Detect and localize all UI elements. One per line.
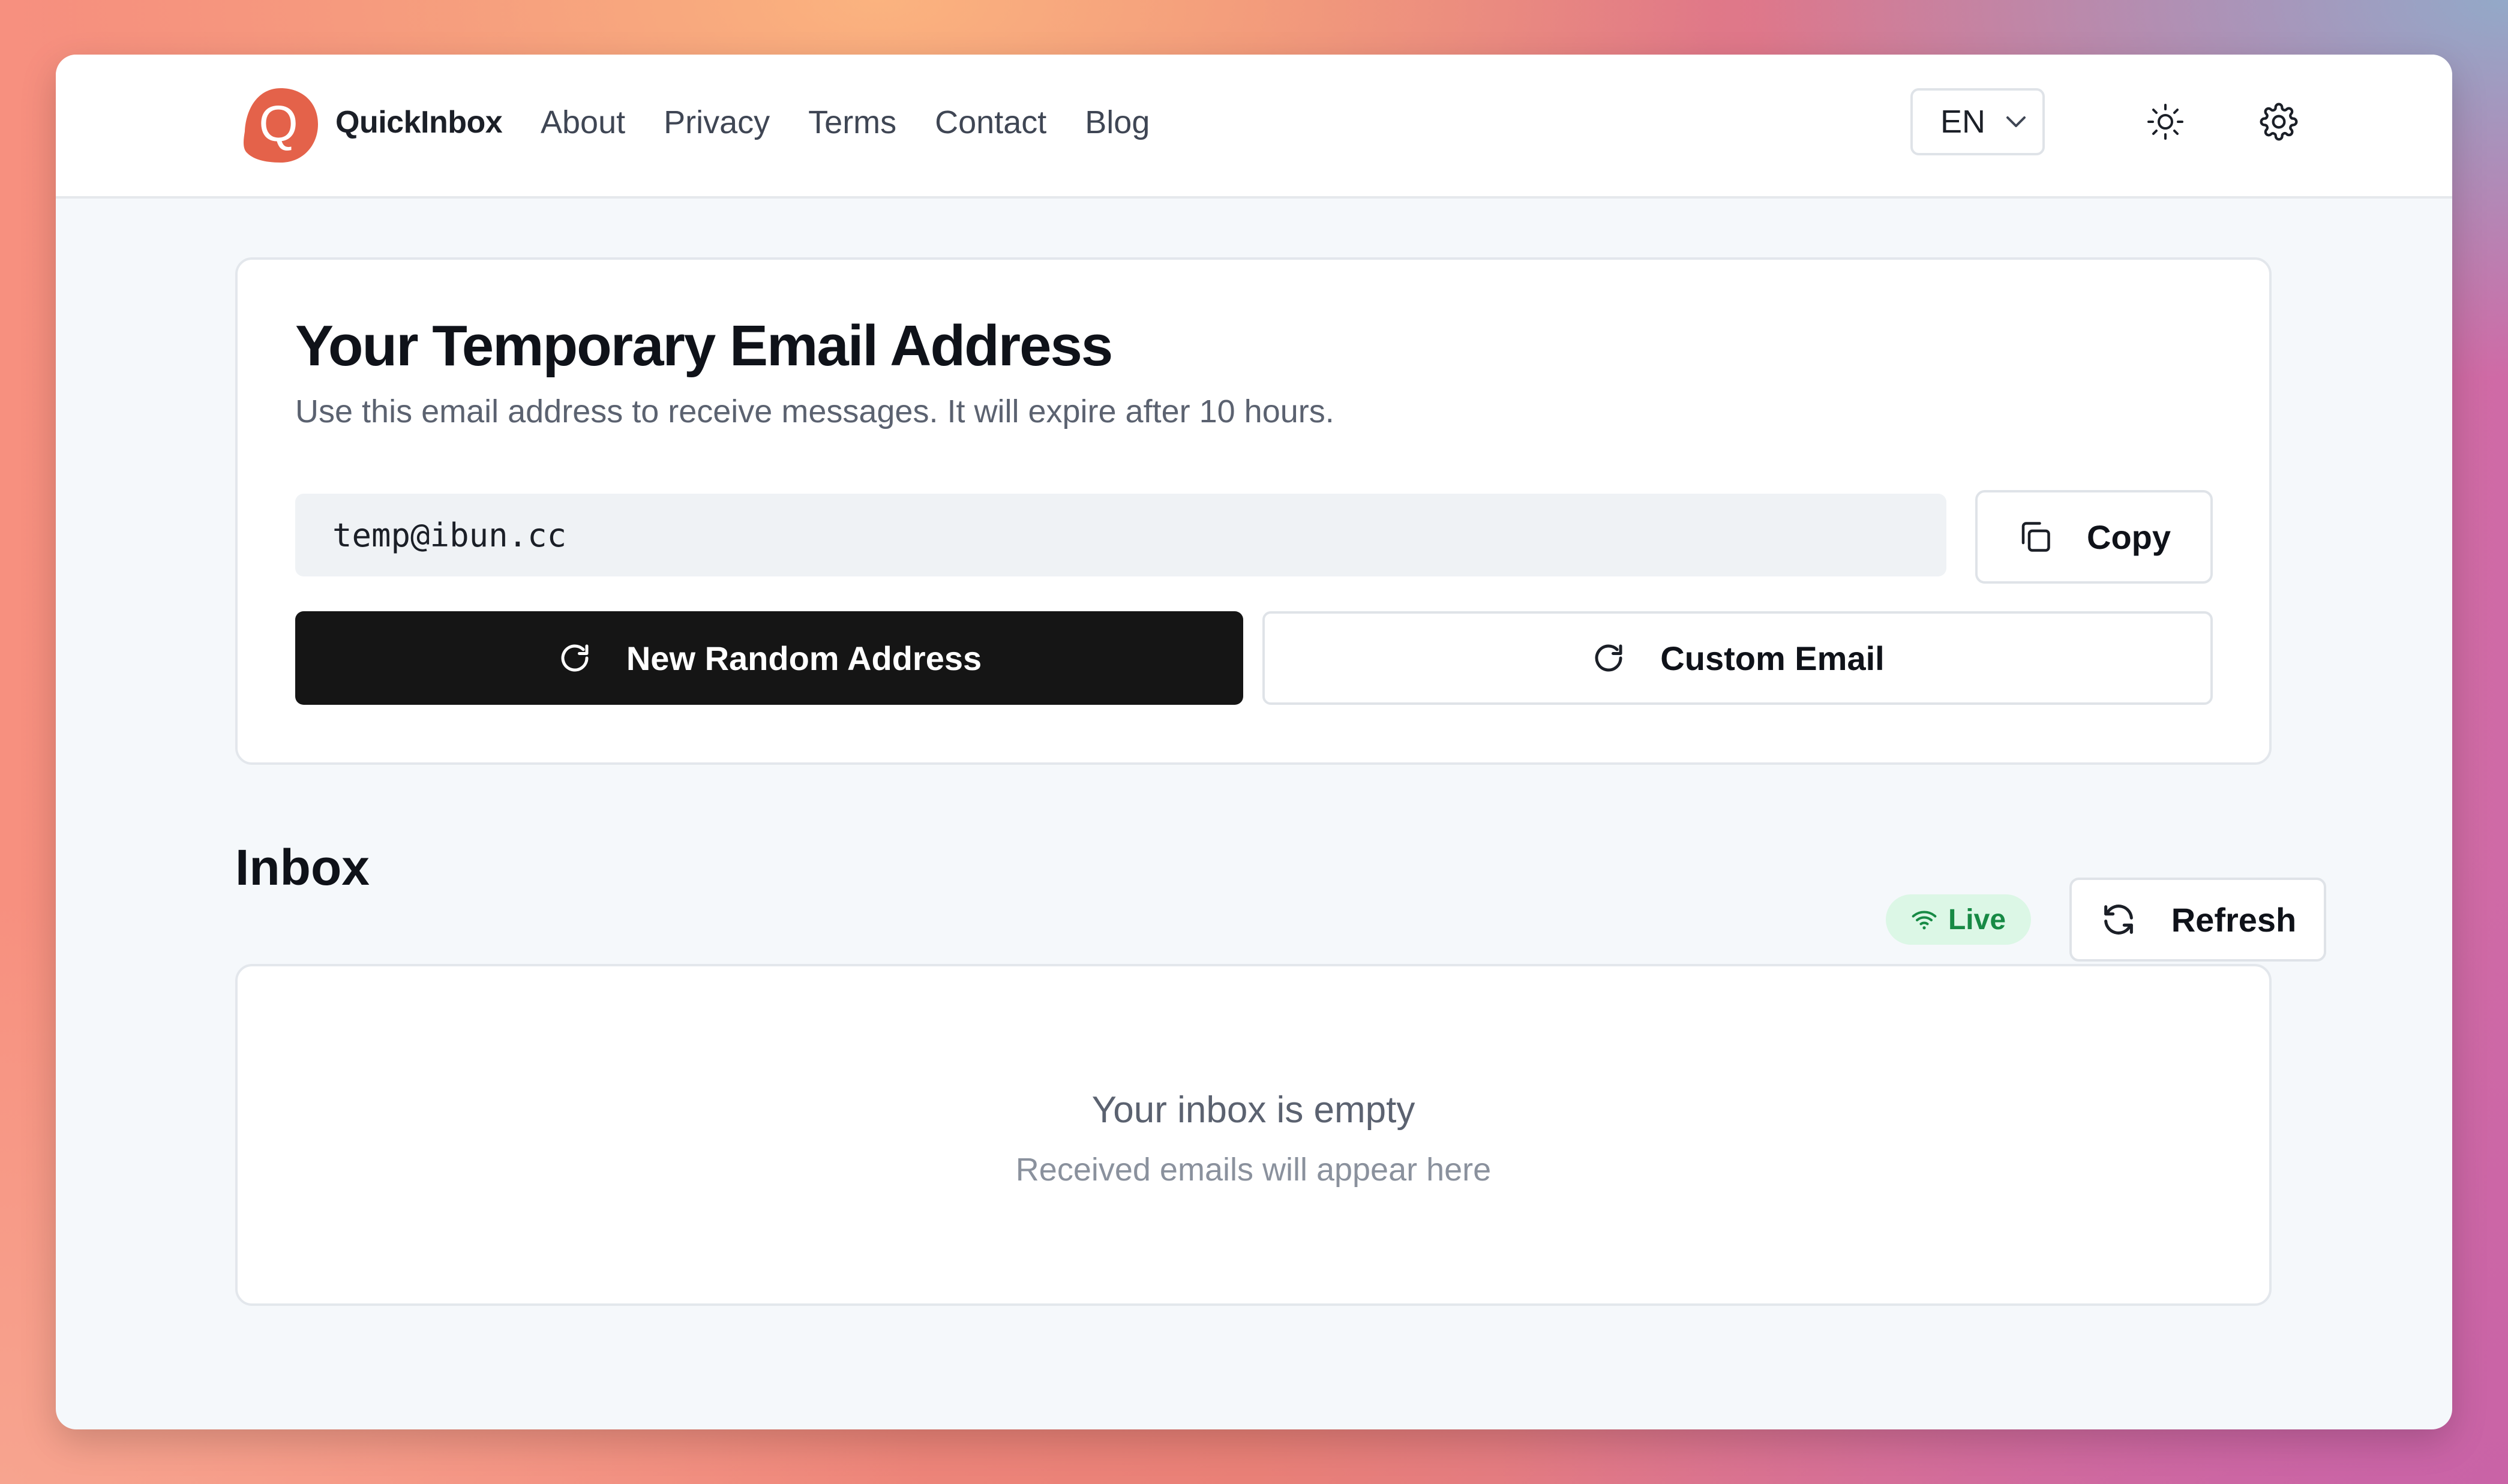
custom-email-button[interactable]: Custom Email — [1262, 611, 2213, 705]
email-address-value: temp@ibun.cc — [332, 516, 567, 554]
nav-privacy[interactable]: Privacy — [664, 101, 770, 143]
sun-icon — [2147, 104, 2183, 140]
svg-text:Q: Q — [259, 95, 298, 152]
language-select[interactable]: EN — [1910, 88, 2045, 155]
copy-icon — [2021, 522, 2050, 552]
nav-about[interactable]: About — [541, 101, 625, 143]
top-navbar: Q QuickInbox About Privacy Terms Contact… — [56, 55, 2452, 199]
nav-terms[interactable]: Terms — [808, 101, 896, 143]
live-status-badge: Live — [1886, 894, 2031, 945]
email-address-field[interactable]: temp@ibun.cc — [295, 494, 1946, 576]
page-subtitle: Use this email address to receive messag… — [295, 393, 1334, 429]
theme-toggle-button[interactable] — [2141, 98, 2189, 146]
empty-inbox-subtitle: Received emails will appear here — [1015, 1152, 1492, 1188]
rotate-cw-icon — [561, 644, 589, 672]
new-random-address-label: New Random Address — [626, 639, 982, 677]
main-nav: About Privacy Terms Contact Blog — [541, 101, 1188, 143]
language-value: EN — [1940, 104, 1986, 140]
nav-contact[interactable]: Contact — [935, 101, 1046, 143]
rotate-cw-icon — [1595, 644, 1622, 672]
temp-address-card: Your Temporary Email Address Use this em… — [235, 257, 2272, 765]
new-random-address-button[interactable]: New Random Address — [295, 611, 1243, 705]
refresh-button[interactable]: Refresh — [2069, 878, 2326, 962]
chevron-down-icon — [2006, 116, 2026, 127]
brand-name[interactable]: QuickInbox — [335, 101, 503, 143]
app-window: Q QuickInbox About Privacy Terms Contact… — [56, 55, 2452, 1429]
empty-inbox-title: Your inbox is empty — [1091, 1089, 1415, 1131]
q-logo-icon[interactable]: Q — [240, 85, 322, 166]
settings-button[interactable] — [2255, 98, 2303, 146]
copy-button[interactable]: Copy — [1975, 490, 2213, 584]
page-title: Your Temporary Email Address — [295, 314, 1113, 378]
inbox-list: Your inbox is empty Received emails will… — [235, 964, 2272, 1306]
refresh-label: Refresh — [2171, 900, 2297, 939]
custom-email-label: Custom Email — [1660, 639, 1885, 677]
wifi-icon — [1912, 911, 1937, 930]
gear-icon — [2260, 103, 2298, 141]
nav-blog[interactable]: Blog — [1085, 101, 1150, 143]
copy-label: Copy — [2087, 518, 2171, 556]
refresh-icon — [2104, 905, 2133, 935]
live-label: Live — [1948, 903, 2006, 936]
inbox-heading: Inbox — [235, 839, 370, 896]
